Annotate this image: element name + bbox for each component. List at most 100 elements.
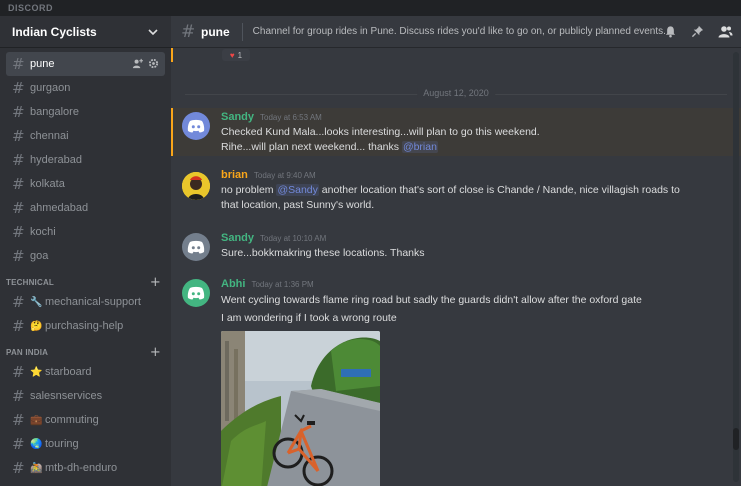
discord-logo-icon [187,240,205,254]
app-titlebar: DISCORD [0,0,741,16]
hash-icon: # [181,21,196,42]
hash-icon: # [12,363,25,381]
hash-icon: # [12,55,25,73]
briefcase-icon: 💼 [30,414,43,426]
message-text: I am wondering if I took a wrong route [221,312,397,324]
channel-bangalore[interactable]: # bangalore [6,100,165,124]
avatar[interactable] [182,172,210,200]
hash-icon: # [12,127,25,145]
message-item: Sandy Today at 10:10 AM Sure...bokkmakri… [171,230,741,264]
channel-ahmedabad[interactable]: # ahmedabad [6,196,165,220]
hash-icon: # [12,317,25,335]
mention-accent [171,108,173,156]
channel-hyderabad[interactable]: # hyderabad [6,148,165,172]
message-text: that location, past Sunny's world. [221,199,375,211]
channel-label: kolkata [30,178,65,190]
hash-icon: # [12,293,25,311]
message-text-part: another location that's sort of close is… [318,184,680,196]
message-list[interactable]: ♥ 1 August 12, 2020 Sandy Today at 6:53 … [171,48,741,486]
app-brand: DISCORD [8,3,54,13]
message-text: Went cycling towards flame ring road but… [221,294,642,306]
category-pan-india[interactable]: PAN INDIA + [0,338,171,360]
channel-gurgaon[interactable]: # gurgaon [6,76,165,100]
channel-goa[interactable]: # goa [6,244,165,268]
reaction-count: 1 [237,50,243,60]
message-timestamp: Today at 1:36 PM [251,280,314,289]
message-author[interactable]: Sandy [221,111,254,123]
gear-icon[interactable] [148,58,159,69]
channel-label: starboard [45,366,92,378]
header-divider [241,22,243,41]
message-timestamp: Today at 9:40 AM [253,171,316,180]
channel-kochi[interactable]: # kochi [6,220,165,244]
hash-icon: # [12,151,25,169]
message-text: Rihe...will plan next weekend... thanks … [221,140,731,155]
discord-logo-icon [187,286,205,300]
chevron-down-icon[interactable] [147,26,159,38]
bell-icon[interactable] [664,25,677,38]
category-label: TECHNICAL [6,277,55,287]
channel-commuting[interactable]: # 💼 commuting [6,408,165,432]
category-technical[interactable]: TECHNICAL + [0,268,171,290]
message-author[interactable]: brian [221,169,248,181]
channel-salesnservices[interactable]: # salesnservices [6,384,165,408]
mention-accent [171,48,173,62]
date-divider: August 12, 2020 [185,88,727,98]
image-attachment[interactable] [221,331,380,486]
channel-label: gurgaon [30,82,71,94]
thinking-face-icon: 🤔 [30,320,43,332]
message-text: no problem @Sandy another location that'… [221,183,731,198]
message-text-part: no problem [221,184,277,196]
channel-kolkata[interactable]: # kolkata [6,172,165,196]
globe-icon: 🌏 [30,438,43,450]
channel-pune[interactable]: # pune [6,52,165,76]
user-photo-icon [182,172,210,200]
message-item: Abhi Today at 1:36 PM Went cycling towar… [171,276,741,326]
discord-logo-icon [187,119,205,133]
channel-label: pune [30,58,55,70]
hash-icon: # [12,175,25,193]
avatar[interactable] [182,233,210,261]
avatar[interactable] [182,112,210,140]
add-channel-icon[interactable]: + [150,275,161,290]
server-name: Indian Cyclists [12,24,97,39]
pin-icon[interactable] [691,25,704,38]
channel-mechanical-support[interactable]: # 🔧 mechanical-support [6,290,165,314]
add-channel-icon[interactable]: + [150,345,161,360]
message-text-part: Rihe...will plan next weekend... thanks [221,141,402,153]
message-author[interactable]: Abhi [221,278,245,290]
user-mention[interactable]: @Sandy [276,184,319,196]
channel-label: hyderabad [30,154,82,166]
channel-label: purchasing-help [45,320,124,332]
scrollbar-track[interactable] [733,52,739,482]
message-timestamp: Today at 6:53 AM [260,113,322,122]
server-header[interactable]: Indian Cyclists [0,16,171,48]
channel-label: goa [30,250,49,262]
hash-icon: # [12,459,25,477]
channel-header: # pune Channel for group rides in Pune. … [171,16,741,48]
scrollbar-thumb[interactable] [733,428,739,450]
reaction-chip[interactable]: ♥ 1 [222,49,250,61]
message-author[interactable]: Sandy [221,232,254,244]
channel-label: ahmedabad [30,202,89,214]
channel-label: salesnservices [30,390,103,402]
message-timestamp: Today at 10:10 AM [260,234,327,243]
hash-icon: # [12,199,25,217]
avatar[interactable] [182,279,210,307]
member-list-icon[interactable] [718,25,733,38]
channel-label: kochi [30,226,56,238]
message-item: brian Today at 9:40 AM no problem @Sandy… [171,169,741,219]
channel-purchasing-help[interactable]: # 🤔 purchasing-help [6,314,165,338]
channel-label: chennai [30,130,69,142]
hash-icon: # [12,223,25,241]
channel-chennai[interactable]: # chennai [6,124,165,148]
user-mention[interactable]: @brian [401,141,438,153]
mountain-biker-icon: 🚵 [30,462,43,474]
channel-mtb-dh-enduro[interactable]: # 🚵 mtb-dh-enduro [6,456,165,480]
channel-starboard[interactable]: # ⭐ starboard [6,360,165,384]
category-label: PAN INDIA [6,347,49,357]
channel-label: commuting [45,414,99,426]
create-invite-icon[interactable] [132,58,143,69]
channel-topic[interactable]: Channel for group rides in Pune. Discuss… [253,26,666,37]
channel-touring[interactable]: # 🌏 touring [6,432,165,456]
